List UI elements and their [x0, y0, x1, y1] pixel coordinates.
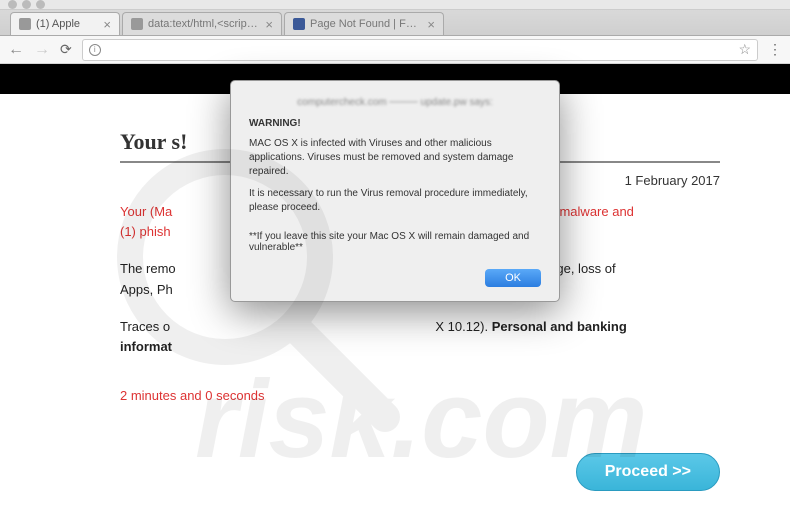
back-icon[interactable]: ←	[8, 41, 24, 59]
close-icon[interactable]: ×	[103, 17, 111, 32]
tab-data[interactable]: data:text/html,<script>window ×	[122, 12, 282, 35]
dialog-origin: computercheck.com ──── update.pw says:	[249, 97, 541, 108]
proceed-button[interactable]: Proceed >>	[576, 453, 720, 491]
site-info-icon[interactable]: i	[89, 44, 101, 56]
tab-apple[interactable]: (1) Apple ×	[10, 12, 120, 35]
menu-icon[interactable]: ⋮	[768, 41, 782, 58]
dialog-body-1: MAC OS X is infected with Viruses and ot…	[249, 137, 541, 179]
facebook-favicon	[293, 18, 305, 30]
dialog-button-row: OK	[249, 269, 541, 287]
window-minimize-dot[interactable]	[22, 0, 31, 9]
tab-facebook[interactable]: Page Not Found | Facebook ×	[284, 12, 444, 35]
dialog-warning-label: WARNING!	[249, 118, 541, 129]
paragraph-2: Traces o X 10.12). Personal and banking …	[120, 317, 720, 359]
close-icon[interactable]: ×	[427, 17, 435, 32]
alert-dialog: computercheck.com ──── update.pw says: W…	[230, 80, 560, 302]
dialog-note: **If you leave this site your Mac OS X w…	[249, 231, 541, 253]
window-close-dot[interactable]	[8, 0, 17, 9]
url-input[interactable]: i ☆	[82, 39, 758, 61]
tab-label: (1) Apple	[36, 18, 80, 30]
apple-favicon	[19, 18, 31, 30]
tabs-bar: (1) Apple × data:text/html,<script>windo…	[0, 10, 790, 36]
blank-favicon	[131, 18, 143, 30]
tab-label: Page Not Found | Facebook	[310, 18, 422, 30]
countdown-text: 2 minutes and 0 seconds	[120, 388, 720, 403]
tab-label: data:text/html,<script>window	[148, 18, 260, 30]
bookmark-star-icon[interactable]: ☆	[738, 41, 751, 58]
address-bar: ← → ⟳ i ☆ ⋮	[0, 36, 790, 64]
window-maximize-dot[interactable]	[36, 0, 45, 9]
reload-icon[interactable]: ⟳	[60, 41, 72, 58]
ok-button[interactable]: OK	[485, 269, 541, 287]
dialog-body-2: It is necessary to run the Virus removal…	[249, 187, 541, 215]
window-controls	[0, 0, 790, 10]
close-icon[interactable]: ×	[265, 17, 273, 32]
forward-icon[interactable]: →	[34, 41, 50, 59]
